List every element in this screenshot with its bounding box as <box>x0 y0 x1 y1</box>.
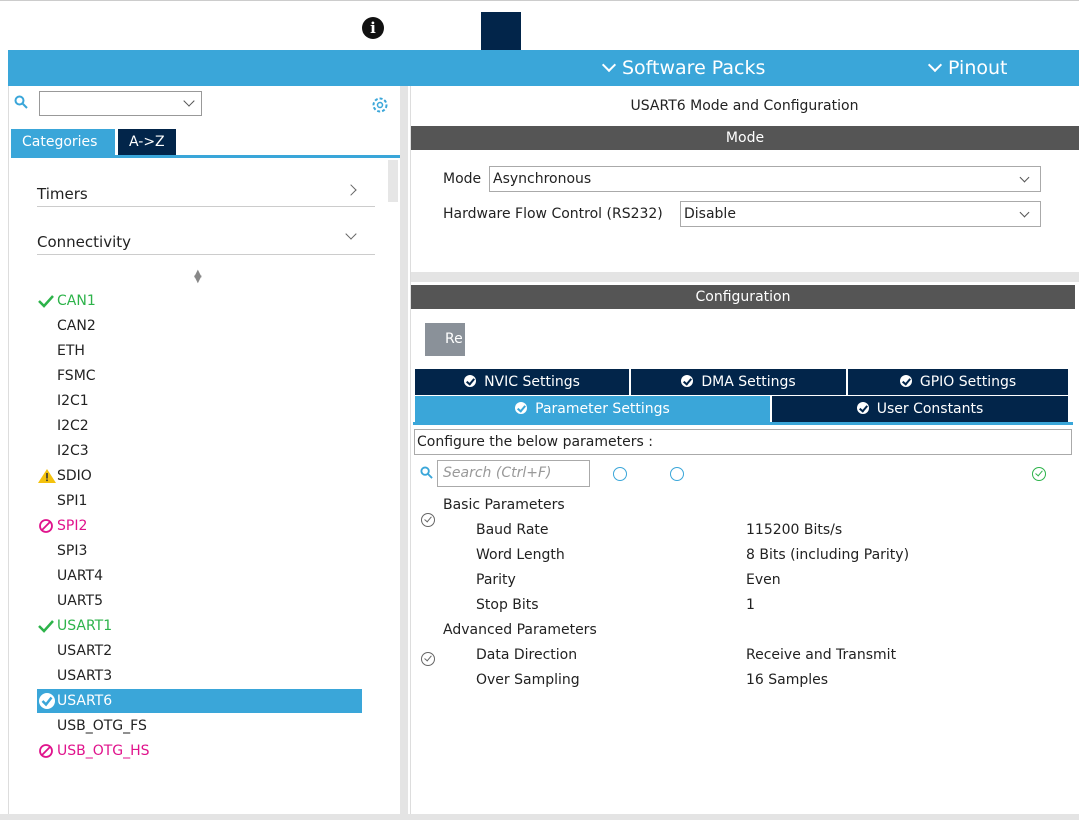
list-item-i2c2[interactable]: I2C2 <box>37 414 362 438</box>
software-packs-menu[interactable]: Software Packs <box>601 50 766 86</box>
search-icon[interactable] <box>14 95 28 109</box>
check-circle-icon <box>1032 467 1046 481</box>
param-value[interactable]: 115200 Bits/s <box>746 522 842 538</box>
list-item-usart2[interactable]: USART2 <box>37 639 362 663</box>
param-name: Parity <box>476 572 516 588</box>
nav-square-button[interactable] <box>481 12 521 52</box>
chevron-down-icon <box>183 95 195 107</box>
param-name: Over Sampling <box>476 672 580 688</box>
tab-categories[interactable]: Categories <box>11 129 115 155</box>
list-item-usart3[interactable]: USART3 <box>37 664 362 688</box>
category-label: Connectivity <box>37 233 131 251</box>
chevron-down-icon <box>345 228 357 240</box>
group-basic-parameters[interactable]: Basic Parameters <box>443 497 565 513</box>
chevron-down-icon <box>927 57 943 73</box>
panel-splitter[interactable] <box>400 86 408 814</box>
param-name: Baud Rate <box>476 522 549 538</box>
configure-instructions: Configure the below parameters : <box>414 429 1072 455</box>
list-item-usb-otg-fs[interactable]: USB_OTG_FS <box>37 714 362 738</box>
list-item-spi3[interactable]: SPI3 <box>37 539 362 563</box>
check-circle-icon <box>681 375 694 387</box>
flow-control-value: Disable <box>684 206 736 222</box>
param-name: Data Direction <box>476 647 578 663</box>
mode-label: Mode <box>443 171 482 187</box>
chevron-down-icon <box>1019 172 1030 183</box>
list-item-fsmc[interactable]: FSMC <box>37 364 362 388</box>
list-item-i2c1[interactable]: I2C1 <box>37 389 362 413</box>
pinout-label: Pinout <box>948 57 1008 79</box>
prev-match-icon[interactable] <box>613 467 627 481</box>
list-item-usb-otg-hs[interactable]: USB_OTG_HS <box>37 739 362 763</box>
config-title: USART6 Mode and Configuration <box>630 98 859 114</box>
tab-dma-settings[interactable]: DMA Settings <box>631 369 846 395</box>
tab-underline <box>413 422 1073 425</box>
info-icon[interactable]: i <box>362 17 384 39</box>
check-circle-icon <box>856 402 869 414</box>
tab-underline <box>11 155 400 158</box>
check-circle-icon <box>899 375 912 387</box>
search-combo[interactable] <box>39 91 202 116</box>
list-item-can2[interactable]: CAN2 <box>37 314 362 338</box>
list-item-can1[interactable]: CAN1 <box>37 289 362 313</box>
list-item-sdio[interactable]: SDIO <box>37 464 362 488</box>
list-item-spi2[interactable]: SPI2 <box>37 514 362 538</box>
group-collapse-icon[interactable] <box>421 652 435 666</box>
list-item-uart4[interactable]: UART4 <box>37 564 362 588</box>
list-item-usart1[interactable]: USART1 <box>37 614 362 638</box>
top-nav-bar <box>8 50 1079 86</box>
tab-a-z[interactable]: A->Z <box>118 129 176 155</box>
chevron-down-icon <box>1019 207 1030 218</box>
chevron-right-icon <box>345 184 357 196</box>
mode-header: Mode <box>411 126 1079 150</box>
software-packs-label: Software Packs <box>622 57 766 79</box>
list-item-uart5[interactable]: UART5 <box>37 589 362 613</box>
search-icon[interactable] <box>420 466 433 479</box>
list-item-i2c3[interactable]: I2C3 <box>37 439 362 463</box>
param-value[interactable]: Receive and Transmit <box>746 647 896 663</box>
param-value[interactable]: Even <box>746 572 781 588</box>
gear-icon[interactable] <box>371 96 389 114</box>
param-value[interactable]: 16 Samples <box>746 672 828 688</box>
flow-control-label: Hardware Flow Control (RS232) <box>443 206 663 222</box>
tab-parameter-settings[interactable]: Parameter Settings <box>415 396 770 422</box>
tab-gpio-settings[interactable]: GPIO Settings <box>848 369 1068 395</box>
check-circle-icon <box>39 693 55 709</box>
bottom-border <box>0 814 1079 820</box>
param-value[interactable]: 8 Bits (including Parity) <box>746 547 909 563</box>
tab-nvic-settings[interactable]: NVIC Settings <box>415 369 629 395</box>
param-name: Stop Bits <box>476 597 539 613</box>
flow-control-select[interactable]: Disable <box>680 201 1041 227</box>
pinout-menu[interactable]: Pinout <box>927 50 1008 86</box>
category-label: Timers <box>37 185 88 203</box>
tab-user-constants[interactable]: User Constants <box>772 396 1068 422</box>
reset-button[interactable]: Re <box>425 323 465 356</box>
next-match-icon[interactable] <box>670 467 684 481</box>
category-connectivity[interactable]: Connectivity <box>37 221 375 255</box>
group-collapse-icon[interactable] <box>421 513 435 527</box>
check-icon <box>38 295 54 308</box>
left-scrollbar[interactable] <box>388 160 398 202</box>
top-border <box>0 0 1079 1</box>
check-circle-icon <box>464 375 477 387</box>
section-separator <box>411 272 1079 282</box>
sort-icon[interactable]: ▲ ▼ <box>194 269 202 285</box>
list-item-usart6[interactable]: USART6 <box>37 689 362 713</box>
check-icon <box>38 620 54 633</box>
mode-select[interactable]: Asynchronous <box>489 166 1041 192</box>
param-value[interactable]: 1 <box>746 597 755 613</box>
check-circle-icon <box>515 402 528 414</box>
list-item-spi1[interactable]: SPI1 <box>37 489 362 513</box>
blocked-icon <box>39 519 53 533</box>
list-item-eth[interactable]: ETH <box>37 339 362 363</box>
group-advanced-parameters[interactable]: Advanced Parameters <box>443 622 597 638</box>
param-name: Word Length <box>476 547 565 563</box>
blocked-icon <box>39 744 53 758</box>
configuration-header: Configuration <box>411 285 1075 309</box>
warning-icon <box>38 469 56 483</box>
parameter-search-input[interactable]: Search (Ctrl+F) <box>437 460 590 487</box>
mode-value: Asynchronous <box>493 171 592 187</box>
category-timers[interactable]: Timers <box>37 173 375 207</box>
chevron-down-icon <box>601 57 617 73</box>
